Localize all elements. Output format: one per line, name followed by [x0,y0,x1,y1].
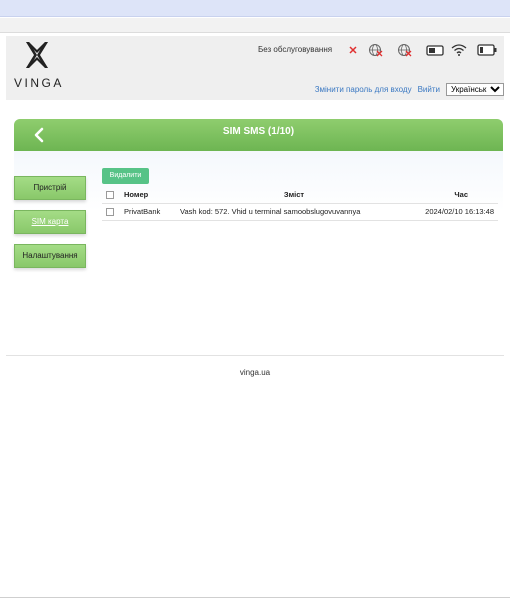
main-panel: SIM SMS (1/10) Пристрій SIM карта Налашт… [14,119,503,349]
browser-tab-strip [0,0,510,17]
service-status-text: Без обслуговування [258,45,333,54]
footer-divider [6,355,504,356]
sms-time: 2024/02/10 16:13:48 [412,202,498,221]
change-password-link[interactable]: Змінити пароль для входу [315,85,412,94]
account-language-row: Змінити пароль для входу Вийти Українськ… [315,83,504,96]
row-checkbox[interactable] [106,208,114,216]
panel-header: SIM SMS (1/10) [14,119,503,151]
select-all-cell [102,187,120,203]
wifi-icon [450,43,467,57]
column-header-content: Зміст [283,190,305,200]
sms-content: Vash kod: 572. Vhid u terminal samoobslu… [176,202,412,221]
page-title: SIM SMS (1/10) [222,126,295,137]
table-row[interactable]: PrivatBank Vash kod: 572. Vhid u termina… [102,202,498,221]
logo-text: VINGA [14,76,64,90]
row-select-cell [102,202,120,221]
x-mark-icon [348,43,364,57]
browser-toolbar [0,18,510,33]
sidebar-item-settings[interactable]: Налаштування [14,244,86,268]
sim-card-icon [426,43,444,57]
sms-number: PrivatBank [120,202,176,221]
footer-link[interactable]: vinga.ua [0,368,510,377]
delete-button[interactable]: Видалити [102,168,149,184]
sms-table: Номер Зміст Час PrivatBank Vash kod: 572… [102,187,498,221]
language-select[interactable]: Українська [446,83,504,96]
column-header-time: Час [454,190,468,200]
logout-link[interactable]: Вийти [418,85,440,94]
vinga-logo: VINGA [14,40,64,90]
select-all-checkbox[interactable] [106,191,114,200]
sidebar-item-sim-card[interactable]: SIM карта [14,210,86,234]
globe-disabled-icon [368,43,384,57]
sidebar-item-device[interactable]: Пристрій [14,176,86,200]
table-header-row: Номер Зміст Час [102,187,498,203]
header: VINGA Без обслуговування Змінити пароль … [6,36,504,100]
roaming-disabled-icon [397,43,413,57]
battery-icon [476,43,497,57]
bottom-divider [0,597,510,598]
column-header-number: Номер [124,190,149,200]
